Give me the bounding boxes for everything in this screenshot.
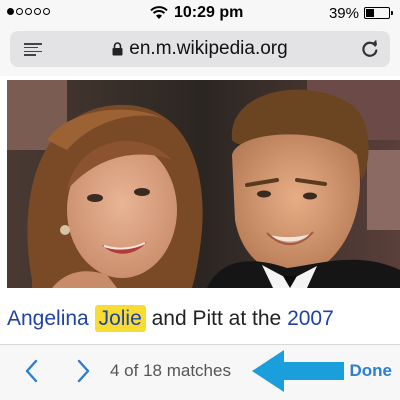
image-caption: Angelina Jolie and Pitt at the 2007 (7, 302, 400, 336)
battery-percent: 39% (328, 4, 359, 22)
search-match-highlight[interactable]: Jolie (94, 305, 146, 332)
caption-text: and Pitt at the (151, 307, 282, 330)
signal-strength-icon (7, 8, 50, 15)
address-bar[interactable]: en.m.wikipedia.org (10, 31, 390, 67)
annotation-arrow-icon (252, 350, 344, 392)
done-button[interactable]: Done (350, 358, 393, 384)
status-center: 10:29 pm (150, 3, 243, 23)
chevron-right-icon[interactable] (71, 358, 95, 384)
reload-icon[interactable] (360, 39, 380, 59)
battery-status: 39% (328, 3, 393, 23)
status-bar: 10:29 pm 39% (0, 0, 400, 26)
caption-link-year[interactable]: 2007 (287, 307, 334, 330)
status-time: 10:29 pm (174, 4, 244, 21)
url-text[interactable]: en.m.wikipedia.org (129, 38, 287, 60)
chevron-left-icon[interactable] (20, 358, 44, 384)
battery-level (366, 9, 374, 17)
battery-icon (364, 7, 393, 19)
lock-icon (112, 42, 123, 56)
wifi-icon (150, 6, 168, 19)
caption-link-angelina[interactable]: Angelina (7, 307, 89, 330)
match-count: 4 of 18 matches (110, 361, 231, 380)
photo (7, 80, 400, 288)
browser-toolbar: en.m.wikipedia.org (0, 26, 400, 76)
